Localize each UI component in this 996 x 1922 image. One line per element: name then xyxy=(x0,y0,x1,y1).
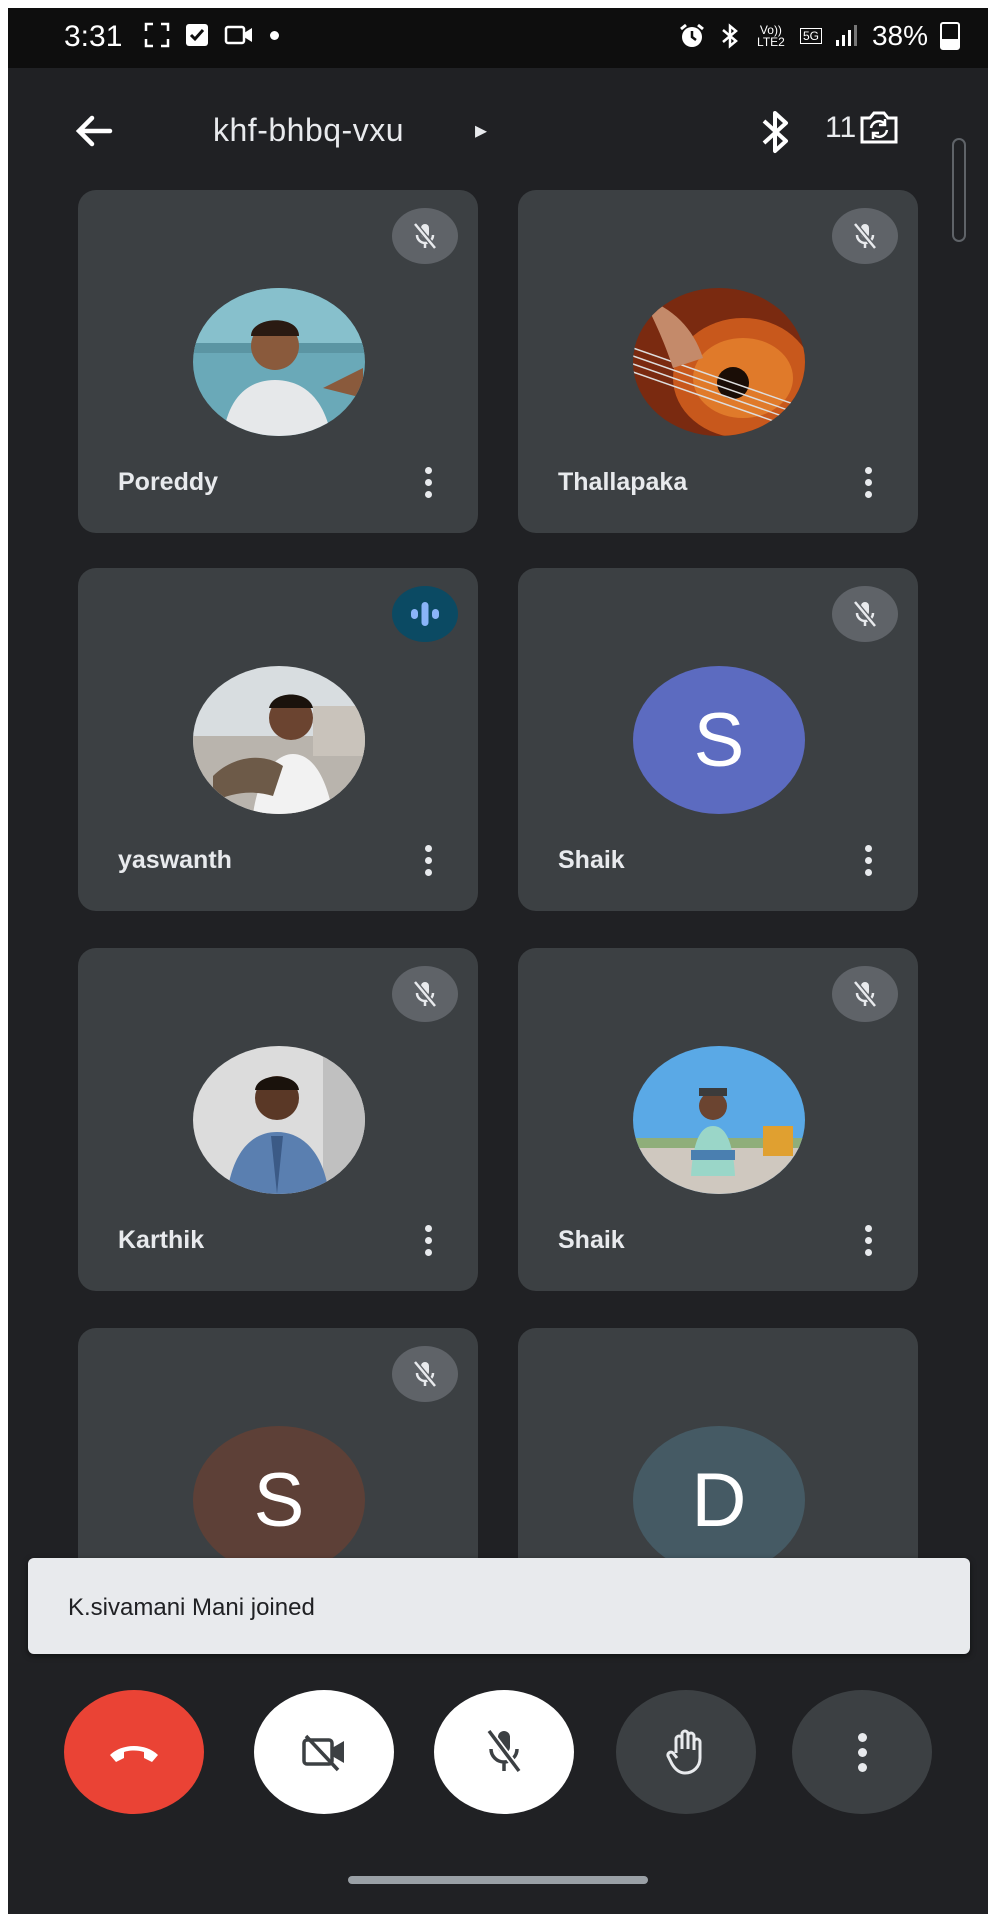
video-camera-icon xyxy=(224,25,252,45)
avatar-photo xyxy=(633,288,805,436)
more-vert-icon xyxy=(857,1732,867,1772)
avatar-photo xyxy=(193,666,365,814)
audio-level-icon xyxy=(411,602,439,626)
photo-man-shirt xyxy=(193,1046,365,1194)
status-left-icons xyxy=(144,22,279,48)
tile-more-button[interactable] xyxy=(416,1216,440,1264)
mic-off-icon xyxy=(413,980,437,1008)
meeting-details-caret-icon[interactable]: ▸ xyxy=(475,116,487,145)
tile-more-button[interactable] xyxy=(416,836,440,884)
raise-hand-button[interactable] xyxy=(616,1690,756,1814)
mic-off-icon xyxy=(413,1360,437,1388)
avatar-letter: S xyxy=(633,666,805,814)
raise-hand-icon xyxy=(666,1729,702,1775)
tile-more-button[interactable] xyxy=(856,458,880,506)
mic-off-icon xyxy=(486,1728,522,1774)
speaking-badge xyxy=(392,586,458,642)
photo-man-street xyxy=(633,1046,805,1194)
mic-muted-badge xyxy=(392,966,458,1022)
avatar-photo xyxy=(193,1046,365,1194)
audio-output-button[interactable] xyxy=(750,104,800,160)
more-vert-icon xyxy=(424,466,432,474)
meeting-header: khf-bhbq-vxu ▸ 11 xyxy=(8,68,988,242)
mic-muted-badge xyxy=(832,208,898,264)
screenshot-icon xyxy=(144,22,170,48)
avatar-initial: S xyxy=(693,697,745,783)
tile-more-button[interactable] xyxy=(856,836,880,884)
network-type-indicator: 5G xyxy=(799,28,822,44)
avatar-photo xyxy=(633,1046,805,1194)
more-vert-icon xyxy=(864,466,872,474)
participant-tile[interactable]: Poreddy xyxy=(78,190,478,533)
participant-name: Karthik xyxy=(118,1226,205,1254)
switch-camera-icon xyxy=(860,111,898,144)
tile-more-button[interactable] xyxy=(856,1216,880,1264)
participant-name: Thallapaka xyxy=(558,468,688,496)
participant-name: Shaik xyxy=(558,846,625,874)
avatar-photo xyxy=(193,288,365,436)
scrollbar[interactable] xyxy=(952,138,966,242)
status-time: 3:31 xyxy=(64,20,123,53)
arrow-back-icon xyxy=(75,115,113,147)
photo-man-outdoor xyxy=(193,666,365,814)
participant-tile[interactable]: yaswanth xyxy=(78,568,478,911)
participants-button[interactable]: 11 xyxy=(825,106,902,150)
participant-name: Poreddy xyxy=(118,468,219,496)
participant-tile[interactable]: Thallapaka xyxy=(518,190,918,533)
avatar-initial: D xyxy=(691,1457,747,1543)
avatar-initial: S xyxy=(253,1457,305,1543)
mic-off-icon xyxy=(853,222,877,250)
camera-toggle-button[interactable] xyxy=(254,1690,394,1814)
meet-screen: 3:31 Vo)) LTE2 5G 38% khf-bhbq-vxu ▸ 11 xyxy=(8,8,988,1914)
mic-off-icon xyxy=(413,222,437,250)
participant-name: yaswanth xyxy=(118,846,232,874)
notification-dot-icon xyxy=(270,30,279,40)
mic-off-icon xyxy=(853,980,877,1008)
more-vert-icon xyxy=(424,844,432,852)
participant-tile[interactable]: Shaik xyxy=(518,948,918,1291)
battery-percent: 38% xyxy=(871,20,928,51)
bluetooth-status-icon xyxy=(722,23,738,49)
volte-indicator: Vo)) LTE2 xyxy=(757,23,785,49)
mic-muted-badge xyxy=(392,208,458,264)
phone-hangup-icon xyxy=(110,1746,158,1762)
more-vert-icon xyxy=(864,844,872,852)
mic-off-icon xyxy=(853,600,877,628)
video-off-icon xyxy=(302,1734,344,1772)
bluetooth-icon xyxy=(762,111,788,153)
mic-toggle-button[interactable] xyxy=(434,1690,574,1814)
checkbox-icon xyxy=(186,24,208,46)
participant-tile[interactable]: S Shaik xyxy=(518,568,918,911)
avatar-letter: D xyxy=(633,1426,805,1574)
mic-muted-badge xyxy=(832,586,898,642)
more-options-button[interactable] xyxy=(792,1690,932,1814)
mic-muted-badge xyxy=(392,1346,458,1402)
photo-man-indoor xyxy=(193,288,365,436)
participant-tile[interactable]: S xyxy=(78,1328,478,1578)
toast-message: K.sivamani Mani joined xyxy=(68,1594,315,1621)
status-bar: 3:31 Vo)) LTE2 5G 38% xyxy=(8,8,988,68)
status-right-icons: Vo)) LTE2 5G 38% xyxy=(678,20,960,52)
participant-name: Shaik xyxy=(558,1226,625,1254)
battery-icon xyxy=(940,22,960,50)
signal-icon xyxy=(835,25,857,46)
join-toast: K.sivamani Mani joined xyxy=(28,1558,970,1654)
leave-call-button[interactable] xyxy=(64,1690,204,1814)
meeting-code[interactable]: khf-bhbq-vxu xyxy=(213,112,404,149)
tile-more-button[interactable] xyxy=(416,458,440,506)
alarm-icon xyxy=(680,23,704,47)
more-vert-icon xyxy=(424,1224,432,1232)
photo-guitar xyxy=(633,288,805,436)
participant-tile[interactable]: D xyxy=(518,1328,918,1578)
participant-count: 11 xyxy=(825,111,857,144)
back-button[interactable] xyxy=(66,103,122,159)
home-indicator[interactable] xyxy=(348,1876,648,1884)
participant-tile[interactable]: Karthik xyxy=(78,948,478,1291)
mic-muted-badge xyxy=(832,966,898,1022)
call-controls xyxy=(8,1668,988,1868)
more-vert-icon xyxy=(864,1224,872,1232)
avatar-letter: S xyxy=(193,1426,365,1574)
